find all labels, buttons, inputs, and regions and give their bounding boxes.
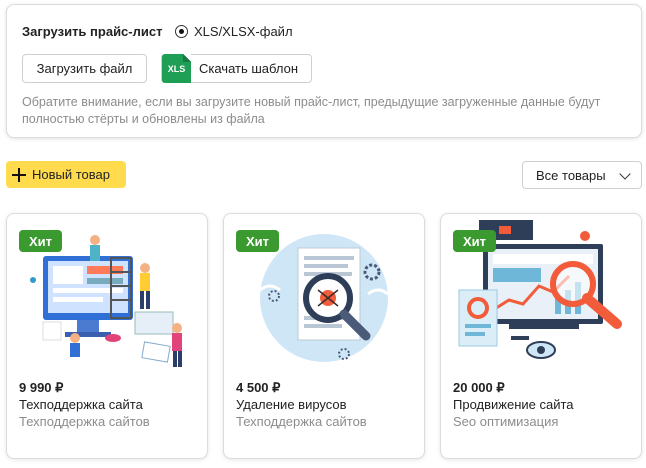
format-radio-label: XLS/XLSX-файл (194, 24, 293, 39)
xls-file-icon: XLS (162, 54, 191, 83)
filter-value: Все товары (536, 167, 606, 183)
product-price: 9 990 ₽ (19, 380, 64, 395)
upload-warning-note: Обратите внимание, если вы загрузите нов… (22, 95, 601, 126)
product-name: Удаление вирусов (236, 397, 347, 412)
product-name: Техподдержка сайта (19, 397, 143, 412)
upload-file-button[interactable]: Загрузить файл (22, 54, 147, 83)
product-card[interactable]: Хит 4 500 ₽ Удаление вирусов Техподдержк… (223, 213, 425, 459)
price-list-upload-panel: Загрузить прайс-лист XLS/XLSX-файл Загру… (6, 4, 642, 138)
product-name: Продвижение сайта (453, 397, 574, 412)
radio-selected-icon[interactable] (175, 25, 188, 38)
product-category: Техподдержка сайтов (19, 414, 150, 429)
product-price: 20 000 ₽ (453, 380, 505, 395)
download-template-button[interactable]: XLS Скачать шаблон (161, 54, 312, 83)
hit-badge: Хит (19, 230, 63, 252)
upload-title: Загрузить прайс-лист (22, 24, 163, 39)
format-radio-option[interactable]: XLS/XLSX-файл (175, 24, 293, 39)
download-template-label: Скачать шаблон (199, 61, 299, 76)
new-product-button[interactable]: Новый товар (6, 161, 126, 188)
hit-badge: Хит (453, 230, 497, 252)
product-category: Seo оптимизация (453, 414, 559, 429)
product-card[interactable]: Хит 20 000 ₽ Продвижение сайта Seo оптим… (440, 213, 642, 459)
product-filter-select[interactable]: Все товары (522, 161, 642, 189)
product-category: Техподдержка сайтов (236, 414, 367, 429)
chevron-down-icon (619, 168, 631, 180)
plus-icon (12, 167, 26, 182)
new-product-label: Новый товар (32, 167, 110, 182)
hit-badge: Хит (236, 230, 280, 252)
product-card[interactable]: Хит 9 990 ₽ Техподдержка сайта Техподдер… (6, 213, 208, 459)
product-price: 4 500 ₽ (236, 380, 281, 395)
